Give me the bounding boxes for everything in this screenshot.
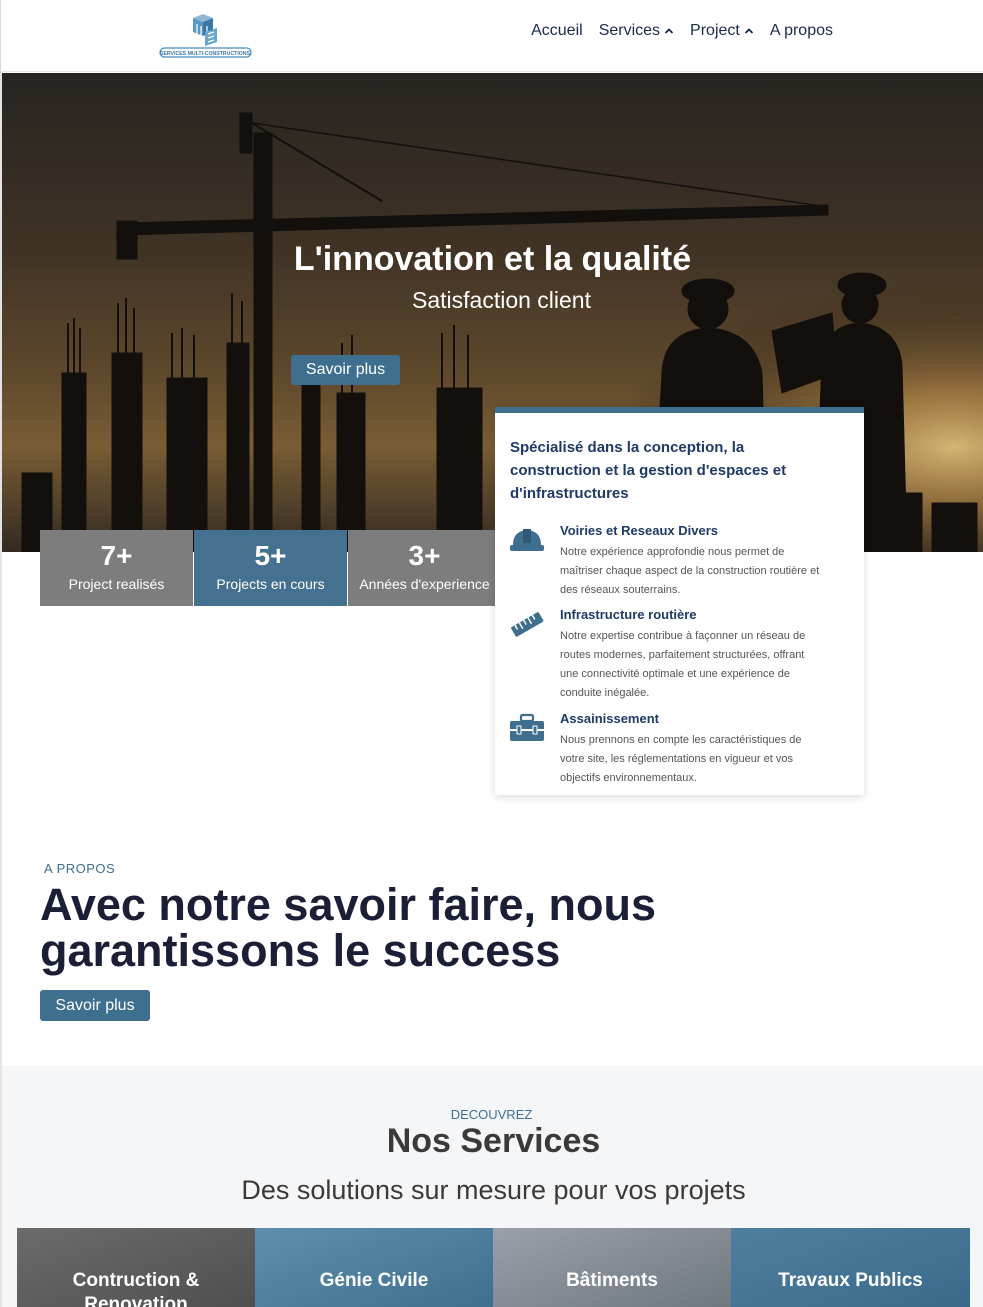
logo-mark-icon: SERVICES MULTI-CONSTRUCTIONS [159, 14, 252, 58]
service-item-description: Notre expérience approfondie nous permet… [560, 546, 820, 596]
stat-projects-done: 7+ Project realisés [40, 530, 193, 606]
chevron-up-icon [664, 28, 674, 34]
hero-savoir-plus-button[interactable]: Savoir plus [291, 355, 400, 385]
chevron-up-icon [744, 28, 753, 34]
nav-item-label: Project [690, 22, 740, 39]
about-title: Avec notre savoir faire, nous garantisso… [40, 879, 657, 976]
service-item-name: Voiries et Reseaux Divers [560, 523, 719, 538]
stat-value: 3+ [408, 540, 441, 571]
service-item-description: Nous prennons en compte les caractéristi… [560, 734, 802, 784]
stat-years-experience: 3+ Années d'experience [348, 530, 501, 606]
stat-label: Project realisés [68, 576, 165, 592]
hard-hat-icon [510, 529, 544, 551]
service-tile-travaux-publics[interactable]: Travaux Publics [731, 1228, 970, 1307]
service-tile-label: Génie Civile [319, 1270, 429, 1291]
navbar: SERVICES MULTI-CONSTRUCTIONS Accueil Ser… [0, 0, 983, 72]
specialty-card: Spécialisé dans la conception, la constr… [495, 407, 864, 795]
nav-item-label: Accueil [531, 22, 583, 39]
logo-caption: SERVICES MULTI-CONSTRUCTIONS [160, 51, 251, 57]
nav-item-accueil[interactable]: Accueil [531, 22, 583, 40]
main-nav: Accueil Services Project A propos [531, 22, 833, 40]
service-item-name: Infrastructure routière [560, 607, 697, 622]
ruler-icon [511, 612, 544, 637]
stat-value: 5+ [254, 540, 287, 571]
service-tile-batiments[interactable]: Bâtiments [493, 1228, 731, 1307]
service-tile-label: Bâtiments [566, 1270, 658, 1291]
service-tile-label: Travaux Publics [778, 1270, 923, 1291]
about-savoir-plus-button[interactable]: Savoir plus [40, 990, 150, 1021]
logo[interactable]: SERVICES MULTI-CONSTRUCTIONS [159, 14, 253, 60]
nav-item-project[interactable]: Project [690, 22, 754, 40]
service-tile-construction[interactable]: Contruction & Renovation [17, 1228, 255, 1307]
hero-title: L'innovation et la qualité [293, 240, 692, 278]
specialty-card-title: Spécialisé dans la conception, la constr… [510, 439, 787, 502]
nav-item-a-propos[interactable]: A propos [770, 22, 833, 40]
toolbox-icon [510, 713, 544, 741]
about-eyebrow: A PROPOS [44, 861, 116, 876]
services-eyebrow: DECOUVREZ [450, 1107, 533, 1122]
nav-item-services[interactable]: Services [599, 22, 674, 40]
service-item-name: Assainissement [560, 711, 659, 726]
stat-projects-ongoing: 5+ Projects en cours [194, 530, 347, 606]
services-subtitle: Des solutions sur mesure pour vos projet… [241, 1175, 746, 1205]
services-title: Nos Services [386, 1122, 601, 1160]
service-item-description: Notre expertise contribue à façonner un … [560, 630, 806, 699]
hero-subtitle: Satisfaction client [412, 287, 591, 313]
nav-item-label: A propos [769, 22, 833, 39]
service-tile-label: Contruction & Renovation [72, 1270, 200, 1307]
stat-label: Années d'experience [359, 576, 490, 592]
nav-item-label: Services [598, 22, 661, 39]
stat-label: Projects en cours [216, 576, 325, 592]
service-tile-genie-civile[interactable]: Génie Civile [255, 1228, 493, 1307]
stat-value: 7+ [100, 540, 133, 571]
